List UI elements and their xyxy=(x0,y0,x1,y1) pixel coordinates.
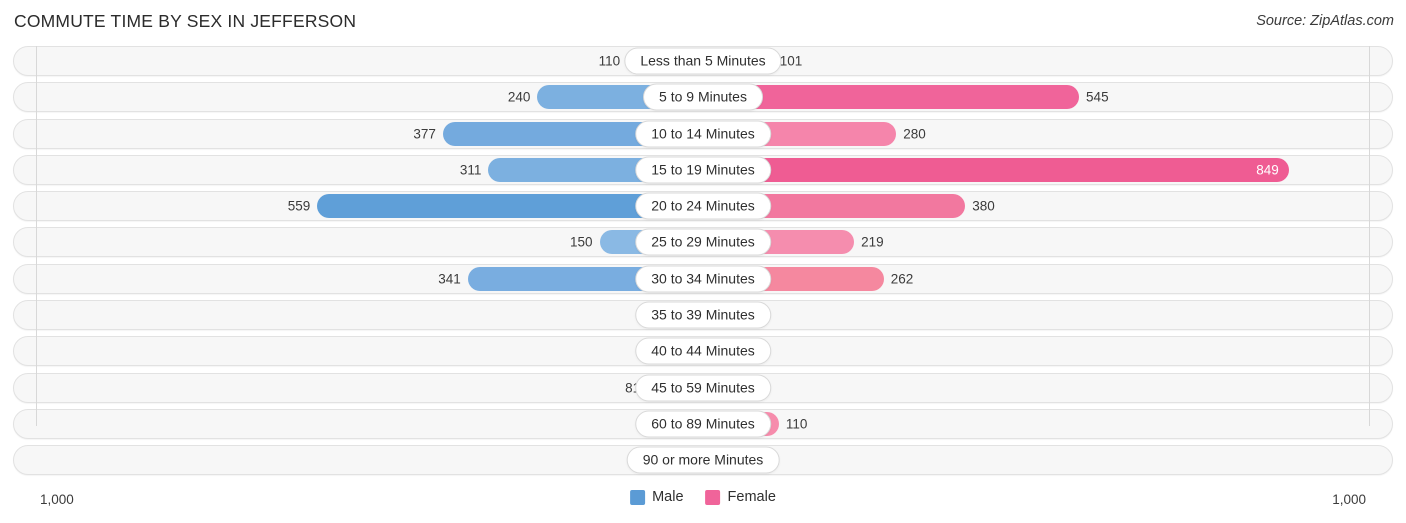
bar-value-male: 110 xyxy=(598,53,621,69)
axis-line-left xyxy=(36,46,37,426)
category-label: 25 to 29 Minutes xyxy=(635,228,771,256)
chart-row[interactable]: 110 101 Less than 5 Minutes xyxy=(13,46,1393,76)
bar-value-female: 219 xyxy=(861,234,884,250)
legend-swatch-male-icon xyxy=(630,489,646,505)
legend-swatch-female-icon xyxy=(705,489,721,505)
chart-row[interactable]: 44535 to 39 Minutes xyxy=(13,300,1393,331)
chart-legend: Male Female xyxy=(630,489,776,505)
chart-plot-area: 110 101 Less than 5 Minutes 240 545 5 to 9 Mi… xyxy=(13,46,1393,476)
category-label: Less than 5 Minutes xyxy=(624,47,782,75)
bar-value-female: 545 xyxy=(1086,89,1109,105)
chart-row[interactable]: 559 380 20 to 24 Minutes xyxy=(13,191,1393,222)
axis-tick-left: 1,000 xyxy=(40,492,74,507)
bar-value-female: 380 xyxy=(972,198,995,214)
category-label: 10 to 14 Minutes xyxy=(635,120,771,148)
axis-tick-right: 1,000 xyxy=(1332,492,1366,507)
chart-row[interactable]: 5211060 to 89 Minutes xyxy=(13,408,1393,439)
bar-value-female: 110 xyxy=(785,416,808,432)
category-label: 35 to 39 Minutes xyxy=(635,301,771,329)
bar-value-male: 377 xyxy=(413,126,436,142)
bar-value-male: 341 xyxy=(438,271,461,287)
bar-value-male: 150 xyxy=(569,234,593,250)
legend-item-female[interactable]: Female xyxy=(705,489,776,505)
category-label: 5 to 9 Minutes xyxy=(643,83,763,111)
bar-value-female: 262 xyxy=(890,271,914,287)
chart-row[interactable]: 377 280 10 to 14 Minutes xyxy=(13,118,1393,149)
chart-header: COMMUTE TIME BY SEX IN JEFFERSON Source:… xyxy=(0,0,1406,46)
bar-value-female: 101 xyxy=(779,53,803,69)
chart-row[interactable]: 240 545 5 to 9 Minutes xyxy=(13,82,1393,113)
axis-line-right xyxy=(1369,46,1370,426)
chart-footer: 1,000 Male Female 1,000 xyxy=(13,489,1393,515)
page-title: COMMUTE TIME BY SEX IN JEFFERSON xyxy=(14,11,357,31)
bar-value-male: 311 xyxy=(459,162,482,178)
source-attribution: Source: ZipAtlas.com xyxy=(1256,13,1394,29)
chart-row[interactable]: 150 219 25 to 29 Minutes xyxy=(13,227,1393,258)
legend-item-male[interactable]: Male xyxy=(630,489,684,505)
chart-rows: 110 101 Less than 5 Minutes 240 545 5 to 9 Mi… xyxy=(13,46,1393,476)
chart-row[interactable]: 311 849 15 to 19 Minutes xyxy=(13,154,1393,185)
legend-label-female: Female xyxy=(727,489,776,505)
chart-row[interactable]: 34690 or more Minutes xyxy=(13,445,1393,476)
bar-value-male: 240 xyxy=(507,89,531,105)
category-label: 90 or more Minutes xyxy=(626,446,780,474)
bar-value-female: 849 xyxy=(1256,162,1279,178)
chart-row[interactable]: 815245 to 59 Minutes xyxy=(13,372,1393,403)
category-label: 30 to 34 Minutes xyxy=(635,265,771,293)
category-label: 20 to 24 Minutes xyxy=(635,192,771,220)
chart-row[interactable]: 222240 to 44 Minutes xyxy=(13,336,1393,367)
category-label: 60 to 89 Minutes xyxy=(635,410,771,438)
category-label: 40 to 44 Minutes xyxy=(635,337,771,365)
bar-value-male: 559 xyxy=(287,198,311,214)
bar-value-female: 280 xyxy=(903,126,926,142)
legend-label-male: Male xyxy=(652,489,684,505)
bar-female[interactable]: 849 xyxy=(703,157,1289,182)
chart-row[interactable]: 341 262 30 to 34 Minutes xyxy=(13,263,1393,294)
category-label: 15 to 19 Minutes xyxy=(635,156,771,184)
category-label: 45 to 59 Minutes xyxy=(635,374,771,402)
